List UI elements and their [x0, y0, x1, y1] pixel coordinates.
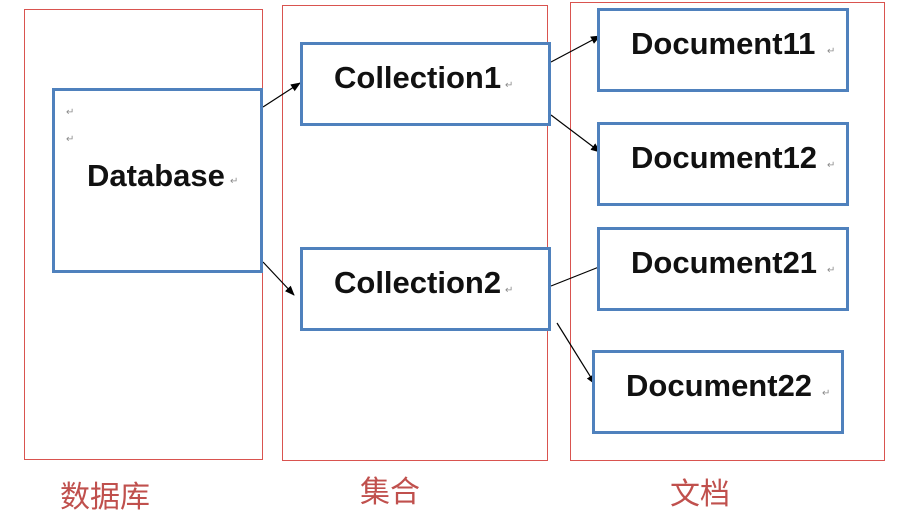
paragraph-mark: ↵	[230, 176, 239, 187]
paragraph-mark: ↵	[505, 80, 514, 91]
arrow-collection2-to-document22	[556, 322, 596, 385]
paragraph-mark: ↵	[66, 134, 75, 145]
collection2-label: Collection2	[334, 265, 502, 300]
document22-label: Document22	[626, 368, 813, 403]
collection1-label: Collection1	[334, 60, 502, 95]
collection-caption: 集合	[360, 475, 420, 510]
arrow-collection1-to-document11	[550, 35, 601, 63]
database-label: Database	[87, 158, 225, 193]
document-caption: 文档	[670, 477, 730, 512]
paragraph-mark: ↵	[822, 388, 831, 399]
paragraph-mark: ↵	[505, 285, 514, 296]
document21-label: Document21	[631, 245, 818, 280]
paragraph-mark: ↵	[827, 46, 836, 57]
database-caption: 数据库	[60, 480, 150, 515]
arrow-database-to-collection1	[262, 82, 301, 108]
arrow-database-to-collection2	[262, 261, 295, 296]
paragraph-mark: ↵	[827, 160, 836, 171]
paragraph-mark: ↵	[827, 265, 836, 276]
document12-label: Document12	[631, 140, 818, 175]
arrow-collection1-to-document12	[550, 114, 601, 153]
document11-label: Document11	[631, 26, 816, 61]
paragraph-mark: ↵	[66, 107, 75, 118]
